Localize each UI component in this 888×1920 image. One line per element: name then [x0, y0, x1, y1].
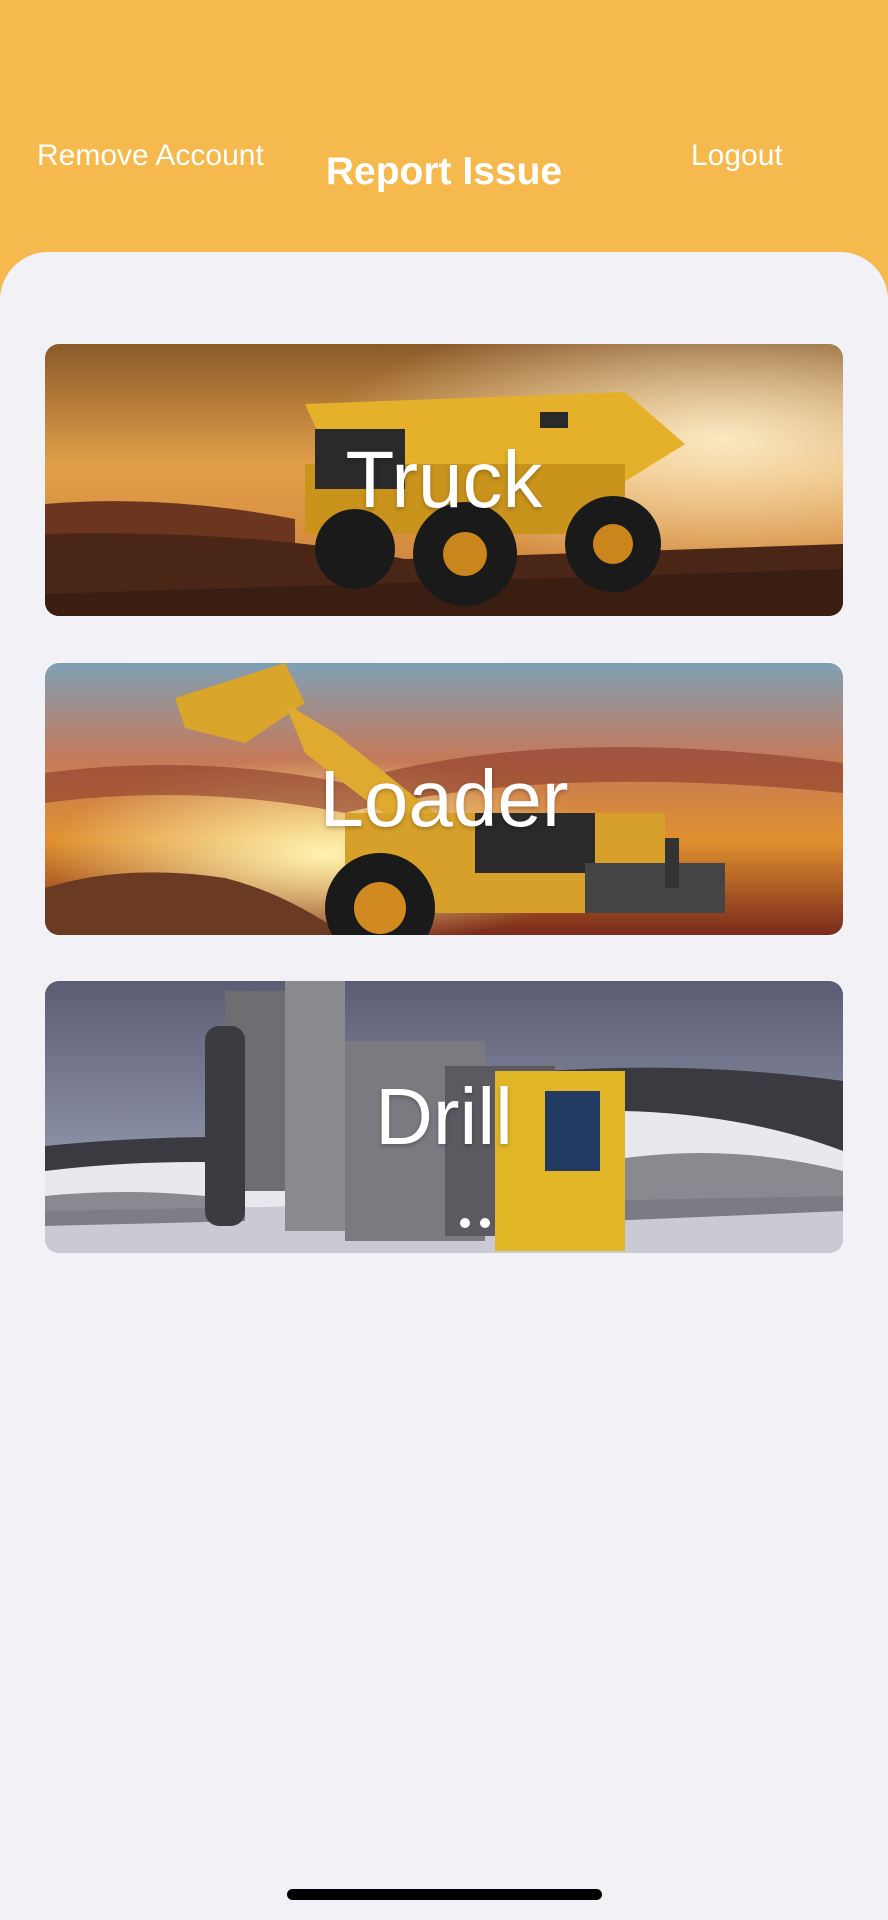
home-indicator[interactable] [287, 1889, 602, 1900]
category-card-drill[interactable]: Drill [45, 981, 843, 1253]
category-card-loader[interactable]: Loader [45, 663, 843, 935]
card-label-loader: Loader [319, 754, 569, 843]
header-bar: Remove Account Report Issue Logout [0, 0, 888, 260]
app-screen: Remove Account Report Issue Logout Truck… [0, 0, 888, 1920]
logout-button[interactable]: Logout [691, 139, 783, 173]
card-label-drill: Drill [375, 1072, 513, 1161]
category-card-truck[interactable]: Truck [45, 344, 843, 616]
card-label-truck: Truck [345, 435, 543, 524]
